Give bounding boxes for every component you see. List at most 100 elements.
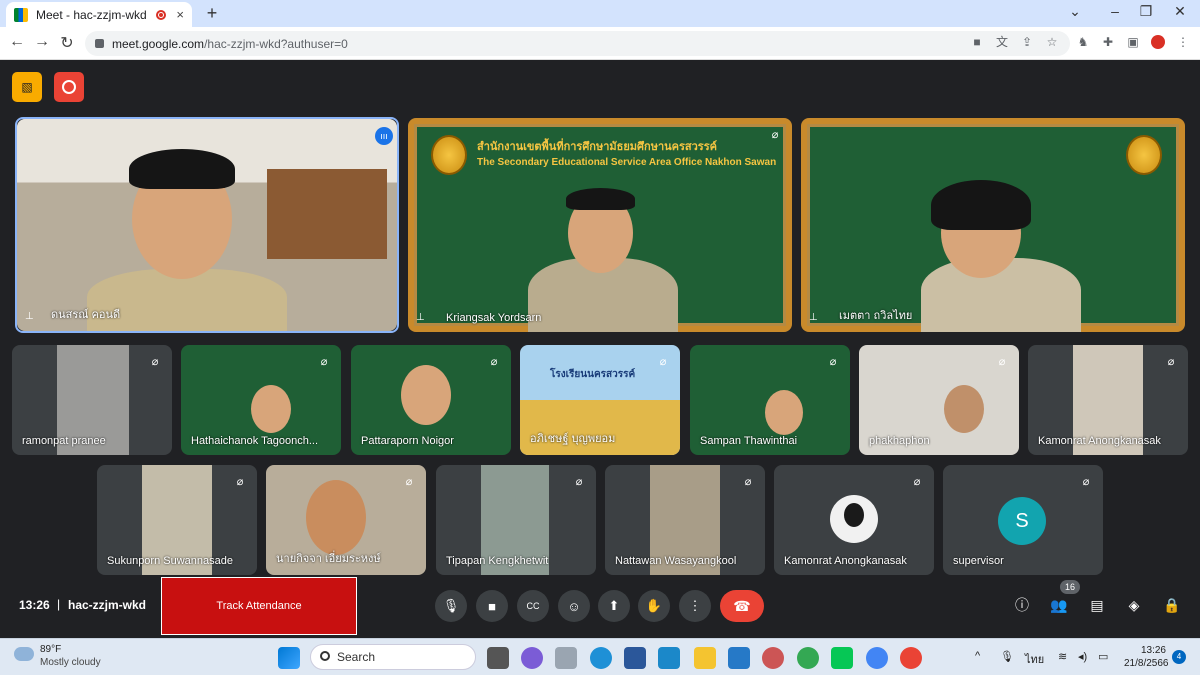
- pin-icon[interactable]: ⊥: [809, 312, 819, 324]
- host-controls-icon[interactable]: 🔒: [1163, 596, 1181, 614]
- mail-icon[interactable]: [728, 647, 750, 669]
- participant-name: Tipapan Kengkhetwit: [446, 555, 549, 567]
- participant-tile[interactable]: S ⌀ supervisor: [943, 465, 1103, 575]
- camera-in-use-icon[interactable]: ■: [970, 35, 984, 49]
- window-maximize-button[interactable]: ❐: [1136, 3, 1156, 20]
- reactions-button[interactable]: ☺: [558, 590, 590, 622]
- mic-off-icon: ⌀: [829, 356, 837, 368]
- present-button[interactable]: ⬆: [598, 590, 630, 622]
- participant-tile[interactable]: ⌀ Kamonrat Anongkanasak: [1028, 345, 1188, 455]
- translate-icon[interactable]: 文: [995, 35, 1009, 49]
- recording-button[interactable]: [54, 72, 84, 102]
- mic-off-icon: ⌀: [1167, 356, 1175, 368]
- leave-call-button[interactable]: ☎: [720, 590, 764, 622]
- extension-icon[interactable]: ♞: [1076, 35, 1090, 49]
- notification-badge[interactable]: 4: [1172, 650, 1186, 664]
- participant-tile[interactable]: ⌀ Hathaichanok Tagoonch...: [181, 345, 341, 455]
- word-icon[interactable]: [624, 647, 646, 669]
- volume-icon[interactable]: ◂): [1078, 650, 1087, 663]
- participant-tile[interactable]: ⌀ ramonpat pranee: [12, 345, 172, 455]
- puzzle-extensions-icon[interactable]: ✚: [1101, 35, 1115, 49]
- bookmark-star-icon[interactable]: ☆: [1045, 35, 1059, 49]
- people-icon[interactable]: 👥: [1050, 596, 1068, 614]
- participant-tile[interactable]: ⌀ phakhaphon: [859, 345, 1019, 455]
- track-attendance-button[interactable]: Track Attendance: [161, 577, 357, 635]
- participant-tile[interactable]: สำนักงานเขตพื้นที่การศึกษามัธยมศึกษานครส…: [408, 118, 792, 332]
- battery-icon[interactable]: ▭: [1098, 650, 1108, 663]
- avatar: [830, 495, 878, 543]
- tab-close-button[interactable]: ×: [176, 7, 184, 22]
- person-head: [765, 390, 803, 435]
- participant-name: Kamonrat Anongkanasak: [784, 555, 907, 567]
- participant-tile[interactable]: ııı ⊥ ดนสรณ์ คอนดี: [17, 119, 397, 331]
- share-icon[interactable]: ⇪: [1020, 35, 1034, 49]
- window-close-button[interactable]: ✕: [1170, 3, 1190, 20]
- browser-menu-icon[interactable]: ⋮: [1176, 35, 1190, 49]
- participant-name: Nattawan Wasayangkool: [615, 555, 737, 567]
- start-button[interactable]: [278, 647, 300, 669]
- participant-tile[interactable]: ⌀ นายกิจจา เอี่ยมระหงษ์: [266, 465, 426, 575]
- pin-icon[interactable]: ⊥: [25, 311, 35, 323]
- participant-name: Sukunporn Suwannasade: [107, 555, 233, 567]
- avatar-hair: [844, 503, 864, 527]
- new-tab-button[interactable]: +: [202, 3, 222, 24]
- chat-app-icon[interactable]: [521, 647, 543, 669]
- microphone-button[interactable]: 🎙: [435, 590, 467, 622]
- profile-avatar-icon[interactable]: [1151, 35, 1165, 49]
- more-options-button[interactable]: ⋮: [679, 590, 711, 622]
- system-clock[interactable]: 13:26 21/8/2566: [1124, 644, 1169, 670]
- more-vert-icon: ⋮: [688, 598, 702, 613]
- meeting-code: hac-zzjm-wkd: [68, 598, 147, 612]
- raise-hand-button[interactable]: ✋: [638, 590, 670, 622]
- person-hair: [566, 188, 635, 210]
- meet-favicon-icon: [14, 7, 28, 22]
- captions-off-button[interactable]: ▧: [12, 72, 42, 102]
- window-minimize-button[interactable]: –: [1105, 3, 1125, 19]
- chat-icon[interactable]: ▤: [1088, 596, 1106, 614]
- file-explorer-icon[interactable]: [694, 647, 716, 669]
- side-panel-icon[interactable]: ▣: [1126, 35, 1140, 49]
- reload-icon[interactable]: ↻: [57, 33, 77, 53]
- taskbar-search[interactable]: Search: [310, 644, 476, 670]
- edge-icon[interactable]: [590, 647, 612, 669]
- chrome-active-icon[interactable]: [900, 647, 922, 669]
- mic-off-icon: ⌀: [405, 476, 413, 488]
- board-title-en: The Secondary Educational Service Area O…: [477, 157, 777, 168]
- participant-tile[interactable]: ⌀ Sampan Thawinthai: [690, 345, 850, 455]
- participant-tile[interactable]: ⌀ Kamonrat Anongkanasak: [774, 465, 934, 575]
- participant-tile[interactable]: ⊥ เมตตา ถวิลไทย: [801, 118, 1185, 332]
- snipping-tool-icon[interactable]: [762, 647, 784, 669]
- participant-tile[interactable]: ⌀ Tipapan Kengkhetwit: [436, 465, 596, 575]
- line-icon[interactable]: [831, 647, 853, 669]
- cc-off-icon: ▧: [21, 80, 33, 94]
- participant-tile[interactable]: ⌀ Sukunporn Suwannasade: [97, 465, 257, 575]
- tray-mic-icon[interactable]: 🎙: [1000, 650, 1014, 663]
- camera-button[interactable]: ■: [476, 590, 508, 622]
- participant-tile[interactable]: ⌀ Nattawan Wasayangkool: [605, 465, 765, 575]
- browser-tab-meet[interactable]: Meet - hac-zzjm-wkd ×: [6, 2, 192, 27]
- captions-button[interactable]: CC: [517, 590, 549, 622]
- activities-icon[interactable]: ◈: [1125, 596, 1143, 614]
- participant-name: phakhaphon: [869, 435, 930, 447]
- forward-arrow-icon[interactable]: →: [32, 33, 52, 51]
- mic-off-icon: ⌀: [575, 476, 583, 488]
- hand-icon: ✋: [645, 598, 663, 613]
- chrome-profile-icon[interactable]: [866, 647, 888, 669]
- chrome-icon[interactable]: [797, 647, 819, 669]
- tab-search-button[interactable]: ⌄: [1065, 3, 1085, 20]
- wifi-icon[interactable]: ≋: [1058, 650, 1067, 663]
- tray-overflow-icon[interactable]: ^: [975, 650, 980, 662]
- participant-tile[interactable]: โรงเรียนนครสวรรค์ ⌀ อภิเชษฐ์ บุญพยอม: [520, 345, 680, 455]
- pin-icon[interactable]: ⊥: [416, 312, 426, 324]
- task-view-icon[interactable]: [487, 647, 509, 669]
- app-icon[interactable]: [555, 647, 577, 669]
- input-language[interactable]: ไทย: [1025, 650, 1044, 668]
- address-bar[interactable]: meet.google.com/hac-zzjm-wkd?authuser=0: [85, 31, 1070, 56]
- person-head: [251, 385, 291, 433]
- url-path: /hac-zzjm-wkd?authuser=0: [204, 36, 348, 51]
- meeting-info-icon[interactable]: ⓘ: [1013, 596, 1031, 614]
- shelf-image: [267, 169, 387, 259]
- back-arrow-icon[interactable]: ←: [7, 33, 27, 51]
- lingo-app-icon[interactable]: [658, 647, 680, 669]
- participant-tile[interactable]: ⌀ Pattaraporn Noigor: [351, 345, 511, 455]
